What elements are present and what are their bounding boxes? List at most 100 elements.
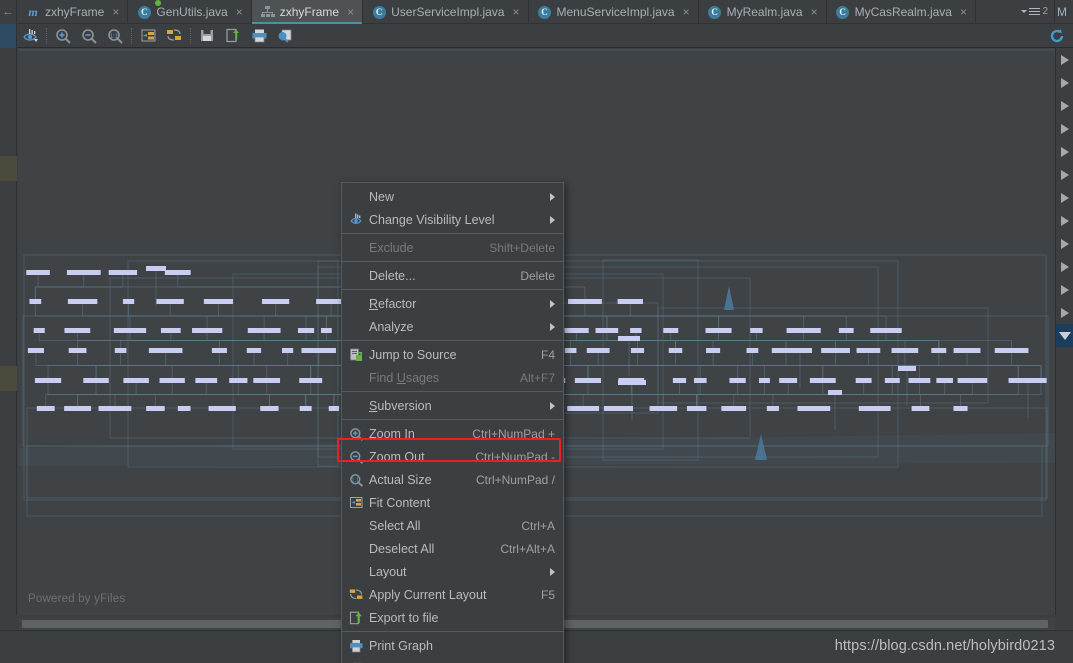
rail-expand-arrow-4[interactable] <box>1056 140 1073 163</box>
editor-tab-3[interactable]: C UserServiceImpl.java × <box>363 0 529 24</box>
menu-item-label: Change Visibility Level <box>369 212 495 227</box>
menu-item-zoom-in[interactable]: Zoom In Ctrl+NumPad + <box>342 422 563 445</box>
editor-tab-4[interactable]: C MenuServiceImpl.java × <box>529 0 699 24</box>
menu-separator <box>342 419 563 420</box>
menu-item-shortcut: F4 <box>540 347 555 362</box>
menu-item-label: Jump to Source <box>369 347 457 362</box>
menu-item-icon-none <box>346 563 366 581</box>
close-icon[interactable]: × <box>960 6 967 18</box>
refresh-icon[interactable] <box>1045 25 1069 47</box>
left-rail-marker <box>0 156 17 181</box>
editor-tab-0[interactable]: m zxhyFrame × <box>17 0 129 24</box>
rail-expand-arrow-7[interactable] <box>1056 209 1073 232</box>
editor-tab-1[interactable]: C GenUtils.java × <box>128 0 252 24</box>
rail-expand-arrow-9[interactable] <box>1056 255 1073 278</box>
rail-expand-arrow-6[interactable] <box>1056 186 1073 209</box>
menu-item-shortcut: Ctrl+NumPad - <box>475 449 555 464</box>
menu-item-zoom-out[interactable]: Zoom Out Ctrl+NumPad - <box>342 445 563 468</box>
rail-expand-arrow-2[interactable] <box>1056 94 1073 117</box>
menu-item-icon-none <box>346 369 366 387</box>
fit-content-icon[interactable] <box>136 25 160 47</box>
menu-item-label: Export to file <box>369 610 439 625</box>
menu-item-analyze[interactable]: Analyze <box>342 315 563 338</box>
menu-separator <box>342 391 563 392</box>
print-preview-icon[interactable] <box>273 25 297 47</box>
menu-item-print-graph[interactable]: Print Graph <box>342 634 563 657</box>
rail-expand-arrow-0[interactable] <box>1056 48 1073 71</box>
menu-separator <box>342 289 563 290</box>
close-icon[interactable]: × <box>236 6 243 18</box>
menu-item-label: Refactor <box>369 296 417 311</box>
menu-item-print-preview[interactable]: Print Preview <box>342 657 563 663</box>
close-icon[interactable]: × <box>512 6 519 18</box>
chevron-right-icon <box>1061 123 1069 134</box>
tab-overflow-button[interactable]: 2 <box>1013 0 1055 23</box>
editor-tab-label: MyRealm.java <box>726 5 803 19</box>
print-graph-icon[interactable] <box>247 25 271 47</box>
menu-item-refactor[interactable]: Refactor <box>342 292 563 315</box>
toolbar-separator <box>190 27 191 44</box>
ide-window: ← m zxhyFrame × C GenUtils.java × zxhyFrame × C U… <box>0 0 1073 663</box>
close-icon[interactable]: × <box>683 6 690 18</box>
tab-overflow-count: 2 <box>1042 6 1048 17</box>
diagram-right-rail <box>1055 48 1073 615</box>
rail-selected-arrow[interactable] <box>1056 324 1073 347</box>
menu-item-shortcut: F5 <box>540 587 555 602</box>
apply-current-layout-icon[interactable] <box>162 25 186 47</box>
menu-item-label: Find Usages <box>369 370 440 385</box>
menu-item-shortcut: Alt+F7 <box>519 370 555 385</box>
menu-item-exclude: Exclude Shift+Delete <box>342 236 563 259</box>
tab-bar-back-arrow[interactable]: ← <box>0 0 17 24</box>
class-icon: C <box>708 5 722 19</box>
tab-edge-partial[interactable]: M <box>1055 0 1073 23</box>
editor-tab-bar: ← m zxhyFrame × C GenUtils.java × zxhyFrame × C U… <box>0 0 1073 24</box>
menu-item-layout[interactable]: Layout <box>342 560 563 583</box>
menu-item-jump-to-source[interactable]: Jump to Source F4 <box>342 343 563 366</box>
blog-url-watermark: https://blog.csdn.net/holybird0213 <box>834 638 1055 654</box>
toolbar-left-gutter <box>0 23 17 48</box>
editor-tab-2[interactable]: zxhyFrame × <box>251 0 364 24</box>
menu-item-label: Apply Current Layout <box>369 587 487 602</box>
menu-item-deselect-all[interactable]: Deselect All Ctrl+Alt+A <box>342 537 563 560</box>
diagram-context-menu[interactable]: New Change Visibility Level Exclude Shift+D… <box>341 182 564 663</box>
svg-text:1:1: 1:1 <box>109 33 118 40</box>
zoom-in-icon[interactable] <box>51 25 75 47</box>
zoom-in-icon <box>346 425 366 443</box>
menu-item-fit-content[interactable]: Fit Content <box>342 491 563 514</box>
rail-expand-arrow-10[interactable] <box>1056 278 1073 301</box>
menu-item-actual-size[interactable]: 1:1 Actual Size Ctrl+NumPad / <box>342 468 563 491</box>
change-visibility-level-icon[interactable] <box>18 25 42 47</box>
menu-item-label: Delete... <box>369 268 416 283</box>
editor-tab-6[interactable]: C MyCasRealm.java × <box>827 0 976 24</box>
menu-item-subversion[interactable]: Subversion <box>342 394 563 417</box>
menu-item-label: Deselect All <box>369 541 435 556</box>
menu-item-label: Exclude <box>369 240 414 255</box>
chevron-right-icon <box>1061 307 1069 318</box>
export-to-file-icon[interactable] <box>221 25 245 47</box>
actual-size-icon[interactable]: 1:1 <box>103 25 127 47</box>
rail-expand-arrow-1[interactable] <box>1056 71 1073 94</box>
close-icon[interactable]: × <box>811 6 818 18</box>
rail-expand-arrow-3[interactable] <box>1056 117 1073 140</box>
menu-item-delete[interactable]: Delete... Delete <box>342 264 563 287</box>
menu-item-select-all[interactable]: Select All Ctrl+A <box>342 514 563 537</box>
menu-item-export-to-file[interactable]: Export to file <box>342 606 563 629</box>
rail-expand-arrow-5[interactable] <box>1056 163 1073 186</box>
menu-item-shortcut: Delete <box>520 268 555 283</box>
apply-current-layout-icon <box>346 586 366 604</box>
menu-item-apply-current-layout[interactable]: Apply Current Layout F5 <box>342 583 563 606</box>
close-icon[interactable]: × <box>347 6 354 18</box>
rail-expand-arrow-11[interactable] <box>1056 301 1073 324</box>
close-icon[interactable]: × <box>112 6 119 18</box>
menu-item-change-visibility-level[interactable]: Change Visibility Level <box>342 208 563 231</box>
save-icon[interactable] <box>195 25 219 47</box>
svg-text:1:1: 1:1 <box>351 477 359 483</box>
chevron-right-icon <box>1061 146 1069 157</box>
menu-item-shortcut: Ctrl+NumPad / <box>475 472 555 487</box>
zoom-out-icon[interactable] <box>77 25 101 47</box>
editor-tab-5[interactable]: C MyRealm.java × <box>699 0 827 24</box>
menu-item-new[interactable]: New <box>342 185 563 208</box>
rail-expand-arrow-8[interactable] <box>1056 232 1073 255</box>
menu-separator <box>342 631 563 632</box>
menu-separator <box>342 340 563 341</box>
